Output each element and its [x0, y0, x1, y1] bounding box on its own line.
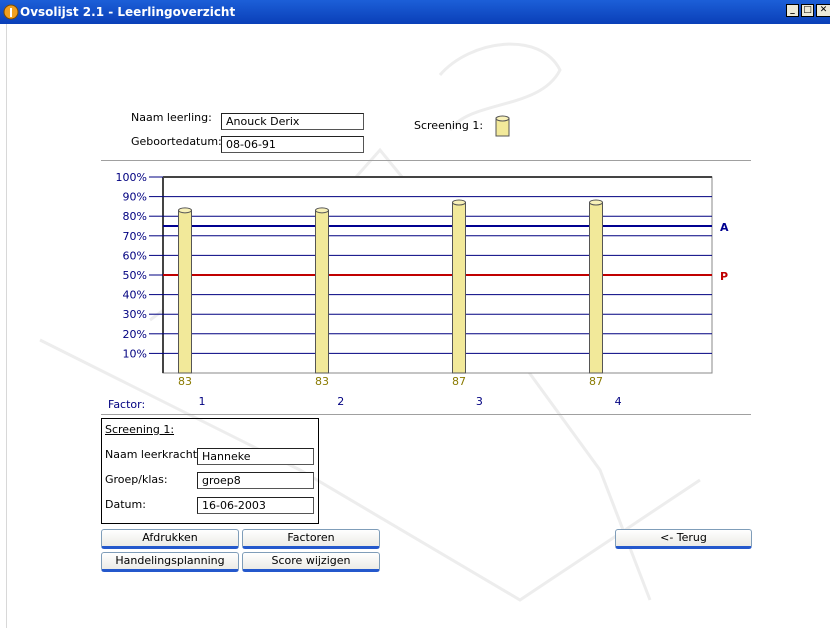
date-label: Datum: — [105, 498, 146, 511]
action-planning-button[interactable]: Handelingsplanning — [101, 552, 239, 572]
bar-value-label: 83 — [178, 375, 192, 388]
score-chart: 10% 20% 30% 40% 50% 60% 70% 80% 90% 100% A P 83 1 83 2 8… — [116, 171, 729, 408]
y-tick-label: 80% — [123, 210, 147, 223]
y-tick-label: 100% — [116, 171, 147, 184]
bar-value-label: 83 — [315, 375, 329, 388]
bar-cap — [315, 207, 329, 214]
back-button[interactable]: <- Terug — [615, 529, 752, 549]
y-tick-label: 90% — [123, 191, 147, 204]
screening-details-box: Screening 1: Naam leerkracht: Hanneke Gr… — [101, 418, 319, 524]
group-label: Groep/klas: — [105, 473, 168, 486]
bar-cap — [452, 199, 466, 206]
group-field[interactable]: groep8 — [197, 472, 314, 489]
teacher-label: Naam leerkracht: — [105, 448, 201, 461]
reference-label-p: P — [720, 270, 728, 283]
factor-category-label: 2 — [337, 395, 344, 408]
edit-score-button[interactable]: Score wijzigen — [242, 552, 380, 572]
bar-value-label: 87 — [452, 375, 466, 388]
y-tick-label: 30% — [123, 308, 147, 321]
bar — [452, 201, 466, 374]
teacher-field[interactable]: Hanneke — [197, 448, 314, 465]
bar-cap — [178, 207, 192, 214]
factor-category-label: 3 — [476, 395, 483, 408]
y-tick-label: 60% — [123, 249, 147, 262]
factor-category-label: 4 — [615, 395, 622, 408]
y-tick-label: 10% — [123, 347, 147, 360]
bar — [589, 201, 603, 374]
date-field[interactable]: 16-06-2003 — [197, 497, 314, 514]
y-tick-label: 40% — [123, 289, 147, 302]
x-axis-label: Factor: — [108, 398, 146, 411]
factors-button[interactable]: Factoren — [242, 529, 380, 549]
bar-value-label: 87 — [589, 375, 603, 388]
bar-cap — [589, 199, 603, 206]
reference-label-a: A — [720, 221, 729, 234]
y-tick-label: 20% — [123, 328, 147, 341]
print-button[interactable]: Afdrukken — [101, 529, 239, 549]
y-tick-label: 70% — [123, 230, 147, 243]
bar — [315, 209, 329, 374]
screening-box-title: Screening 1: — [105, 423, 175, 436]
bar — [178, 209, 192, 374]
bottom-divider — [101, 414, 751, 415]
y-tick-label: 50% — [123, 269, 147, 282]
factor-category-label: 1 — [199, 395, 206, 408]
